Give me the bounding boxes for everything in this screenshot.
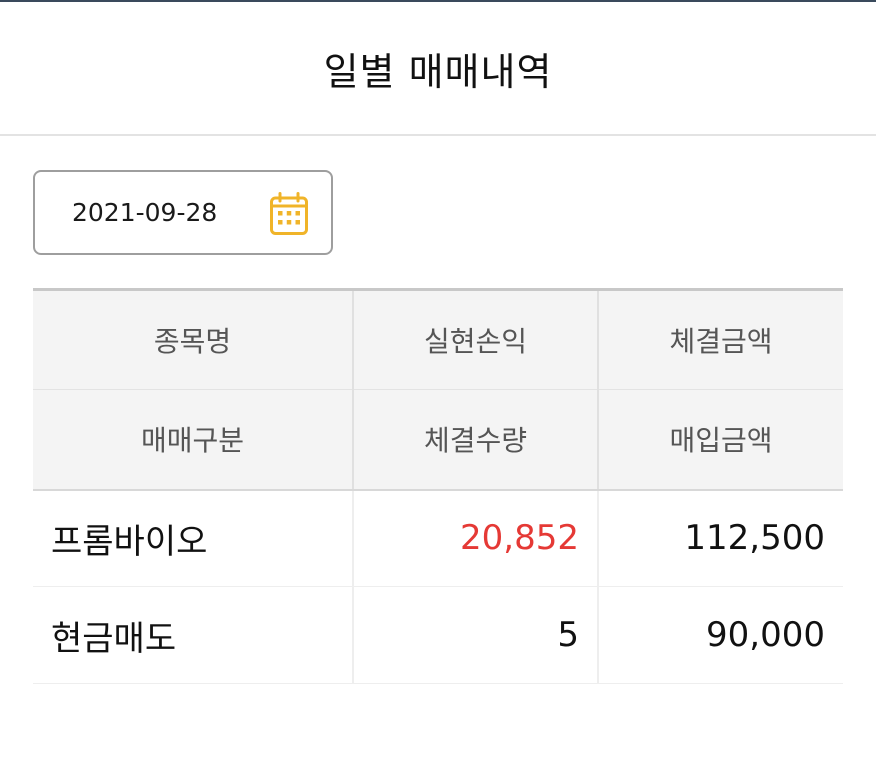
column-header-executed-amount: 체결금액 (598, 288, 843, 390)
column-header-realized-pnl: 실현손익 (353, 288, 599, 390)
column-header-trade-type: 매매구분 (33, 389, 354, 491)
column-header-stock-name: 종목명 (33, 288, 354, 390)
table-header: 종목명 실현손익 체결금액 매매구분 체결수량 매입금액 (33, 288, 843, 491)
table-row[interactable]: 프롬바이오 20,852 112,500 (33, 489, 843, 587)
date-picker[interactable]: 2021-09-28 (33, 170, 333, 255)
date-value: 2021-09-28 (72, 198, 218, 227)
trade-history-table: 종목명 실현손익 체결금액 매매구분 체결수량 매입금액 프롬바이오 20,85… (33, 288, 843, 684)
column-header-executed-quantity: 체결수량 (353, 389, 599, 491)
purchase-amount-cell: 90,000 (598, 586, 843, 684)
page-title: 일별 매매내역 (323, 49, 553, 94)
executed-amount-cell: 112,500 (598, 489, 843, 587)
table-row[interactable]: 현금매도 5 90,000 (33, 586, 843, 684)
trade-type-cell: 현금매도 (33, 586, 354, 684)
realized-pnl-cell: 20,852 (353, 489, 599, 587)
table-body: 프롬바이오 20,852 112,500 현금매도 5 90,000 (33, 489, 843, 684)
daily-trade-history-screen: 일별 매매내역 2021-09-28 종목명 실현손익 체결금액 매매구분 체결… (0, 0, 876, 758)
header-row-2: 매매구분 체결수량 매입금액 (33, 389, 843, 491)
stock-name-cell: 프롬바이오 (33, 489, 354, 587)
executed-quantity-cell: 5 (353, 586, 599, 684)
header-bar: 일별 매매내역 (0, 2, 876, 136)
header-row-1: 종목명 실현손익 체결금액 (33, 288, 843, 390)
column-header-purchase-amount: 매입금액 (598, 389, 843, 491)
calendar-icon[interactable] (269, 192, 309, 236)
